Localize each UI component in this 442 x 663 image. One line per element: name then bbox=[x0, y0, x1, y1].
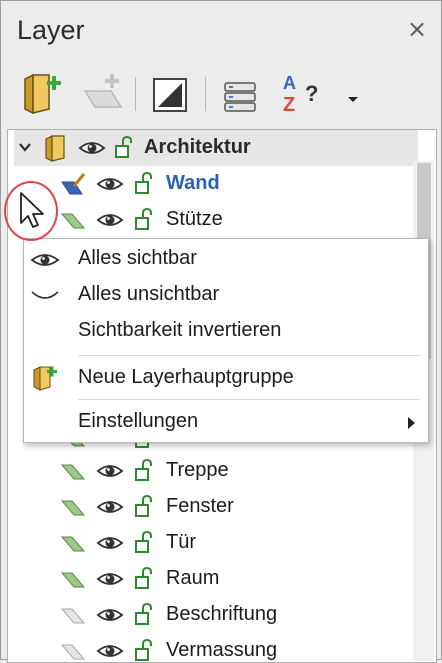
layer-icon bbox=[60, 608, 86, 624]
layer-label: Wand bbox=[166, 172, 220, 194]
unlock-icon[interactable] bbox=[134, 208, 154, 232]
submenu-arrow-icon bbox=[408, 417, 415, 429]
panel-title: Layer bbox=[17, 15, 85, 45]
eye-closed-icon bbox=[31, 291, 59, 299]
menu-item-einstellungen[interactable]: Einstellungen bbox=[24, 404, 428, 440]
layer-icon bbox=[60, 572, 86, 588]
toolbar-menu-button[interactable] bbox=[341, 69, 365, 117]
layer-icon bbox=[60, 500, 86, 516]
folder-group-icon bbox=[45, 135, 65, 162]
layer-row-tuer[interactable]: Tür bbox=[14, 525, 418, 561]
menu-separator bbox=[78, 399, 420, 400]
unlock-icon[interactable] bbox=[134, 459, 154, 483]
toolbar-separator bbox=[135, 77, 136, 111]
layer-label: Tür bbox=[166, 531, 196, 553]
chevron-down-icon[interactable] bbox=[18, 140, 32, 154]
menu-item-alles-unsichtbar[interactable]: Alles unsichtbar bbox=[24, 277, 428, 313]
menu-item-label: Sichtbarkeit invertieren bbox=[78, 319, 282, 341]
layer-label: Stütze bbox=[166, 208, 223, 230]
layer-row-treppe[interactable]: Treppe bbox=[14, 453, 418, 489]
menu-item-label: Alles sichtbar bbox=[78, 247, 197, 269]
sort-question: ? bbox=[305, 81, 318, 106]
layer-label: Fenster bbox=[166, 495, 234, 517]
layer-list-button[interactable] bbox=[219, 69, 263, 117]
toolbar-separator bbox=[205, 77, 206, 111]
layer-list-icon bbox=[224, 82, 256, 112]
eye-icon[interactable] bbox=[96, 534, 124, 552]
eye-icon[interactable] bbox=[96, 462, 124, 480]
layer-icon bbox=[60, 464, 86, 480]
new-layer-icon bbox=[83, 74, 123, 108]
menu-item-label: Alles unsichtbar bbox=[78, 283, 220, 305]
unlock-icon[interactable] bbox=[134, 531, 154, 555]
unlock-icon[interactable] bbox=[134, 567, 154, 591]
menu-item-alles-sichtbar[interactable]: Alles sichtbar bbox=[24, 241, 428, 277]
unlock-icon[interactable] bbox=[134, 639, 154, 663]
layer-panel: Layer × A Z ? Architektur Wand Stütze Tr… bbox=[0, 0, 442, 663]
context-menu: Alles sichtbar Alles unsichtbar Sichtbar… bbox=[23, 238, 429, 443]
layer-row-vermassung[interactable]: Vermassung bbox=[14, 633, 418, 663]
layer-edit-icon bbox=[61, 173, 86, 195]
unlock-icon[interactable] bbox=[134, 603, 154, 627]
layer-row-wand[interactable]: Wand bbox=[14, 166, 418, 202]
layer-label: Beschriftung bbox=[166, 603, 278, 625]
sort-az-button[interactable]: A Z ? bbox=[279, 69, 329, 117]
sort-label-z: Z bbox=[283, 94, 295, 116]
layer-label: Raum bbox=[166, 567, 220, 589]
layer-label: Treppe bbox=[166, 459, 229, 481]
layer-row-raum[interactable]: Raum bbox=[14, 561, 418, 597]
unlock-icon[interactable] bbox=[134, 495, 154, 519]
dropdown-arrow-icon bbox=[348, 97, 358, 102]
eye-icon bbox=[30, 254, 60, 266]
layer-settings-icon bbox=[153, 78, 187, 112]
layer-settings-button[interactable] bbox=[149, 69, 193, 117]
layer-label: Vermassung bbox=[166, 639, 278, 661]
close-icon[interactable]: × bbox=[403, 15, 431, 43]
tree-group-architektur[interactable]: Architektur bbox=[14, 130, 418, 166]
eye-icon[interactable] bbox=[96, 606, 124, 624]
eye-icon[interactable] bbox=[96, 211, 124, 229]
new-layer-button[interactable] bbox=[81, 69, 125, 117]
layer-icon bbox=[60, 536, 86, 552]
layer-icon bbox=[60, 213, 86, 229]
panel-titlebar: Layer × bbox=[1, 1, 441, 63]
layer-row-fenster[interactable]: Fenster bbox=[14, 489, 418, 525]
menu-item-neue-layerhauptgruppe[interactable]: Neue Layerhauptgruppe bbox=[24, 360, 428, 396]
unlock-icon[interactable] bbox=[134, 172, 154, 196]
eye-icon[interactable] bbox=[96, 175, 124, 193]
eye-icon[interactable] bbox=[78, 139, 106, 157]
tree-group-label: Architektur bbox=[144, 136, 251, 158]
layer-toolbar: A Z ? bbox=[1, 63, 441, 123]
eye-icon[interactable] bbox=[96, 642, 124, 660]
layer-group-icon bbox=[33, 366, 57, 391]
layer-row-stuetze[interactable]: Stütze bbox=[14, 202, 418, 238]
menu-item-sichtbarkeit-invertieren[interactable]: Sichtbarkeit invertieren bbox=[24, 313, 428, 349]
mouse-cursor-icon bbox=[20, 192, 44, 228]
layer-row-beschriftung[interactable]: Beschriftung bbox=[14, 597, 418, 633]
sort-label-a: A bbox=[283, 73, 296, 93]
menu-separator bbox=[78, 355, 420, 356]
menu-item-label: Einstellungen bbox=[78, 410, 199, 432]
new-layer-group-button[interactable] bbox=[19, 69, 63, 117]
unlock-icon[interactable] bbox=[114, 136, 134, 160]
sort-az-icon: A Z ? bbox=[283, 73, 318, 116]
menu-item-label: Neue Layerhauptgruppe bbox=[78, 366, 294, 388]
eye-icon[interactable] bbox=[96, 570, 124, 588]
new-layer-group-icon bbox=[24, 73, 61, 115]
eye-icon[interactable] bbox=[96, 498, 124, 516]
